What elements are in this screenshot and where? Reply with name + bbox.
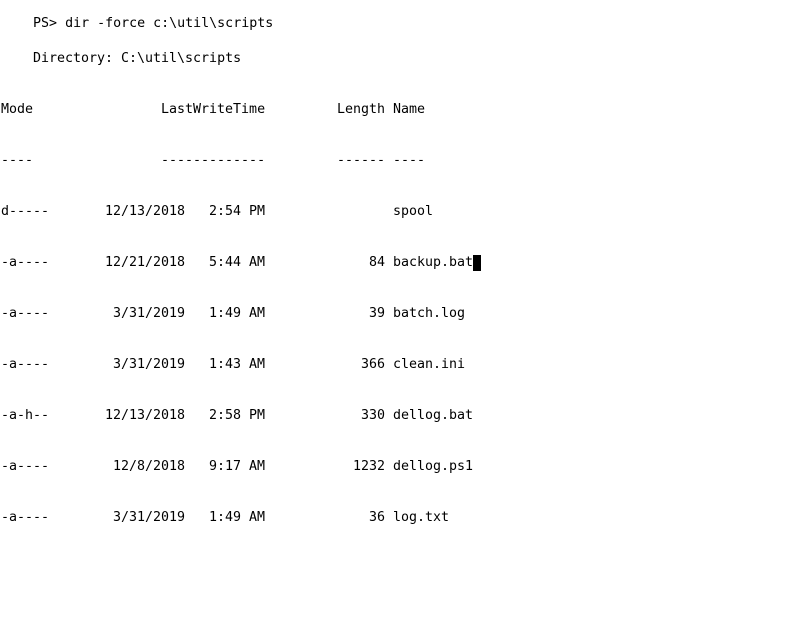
- column-headers: Mode LastWriteTime Length Name: [1, 102, 425, 118]
- table-row: -a-h-- 12/13/2018 2:58 PM 330 dellog.bat: [1, 408, 473, 424]
- row-time: 1:49 AM: [208, 306, 265, 321]
- row-date: 12/13/2018: [105, 204, 186, 219]
- row-name: log.txt: [393, 510, 450, 525]
- row-mode: -a----: [1, 306, 50, 321]
- row-mode: -a----: [1, 255, 50, 270]
- row-mode: d-----: [1, 204, 50, 219]
- directory-label: Directory:: [33, 51, 114, 66]
- table-row: -a---- 12/8/2018 9:17 AM 1232 dellog.ps1: [1, 459, 473, 475]
- row-date: 3/31/2019: [112, 510, 185, 525]
- powershell-terminal[interactable]: PS> dir -force c:\util\scripts Directory…: [0, 0, 793, 538]
- row-length: 84: [368, 255, 385, 270]
- row-time: 2:58 PM: [208, 408, 265, 423]
- row-length: 366: [360, 357, 385, 372]
- header-name: Name: [393, 102, 426, 117]
- table-row: -a---- 3/31/2019 1:43 AM 366 clean.ini: [1, 357, 465, 373]
- row-name: dellog.ps1: [393, 459, 474, 474]
- row-date: 12/8/2018: [112, 459, 185, 474]
- command-line: PS> dir -force c:\util\scripts: [1, 0, 273, 31]
- row-length: 36: [368, 510, 385, 525]
- separator-name: ----: [393, 153, 426, 168]
- directory-path: C:\util\scripts: [121, 51, 242, 66]
- row-length: 1232: [352, 459, 385, 474]
- row-name: spool: [393, 204, 434, 219]
- row-time: 2:54 PM: [208, 204, 265, 219]
- row-name: clean.ini: [393, 357, 466, 372]
- table-row: d----- 12/13/2018 2:54 PM spool: [1, 204, 433, 220]
- header-separators: ---- ------------- ------ ----: [1, 153, 425, 169]
- row-mode: -a-h--: [1, 408, 50, 423]
- directory-line: Directory: C:\util\scripts: [1, 51, 241, 67]
- table-row: -a---- 3/31/2019 1:49 AM 36 log.txt: [1, 510, 449, 526]
- header-mode: Mode: [1, 102, 34, 117]
- command-text: dir -force c:\util\scripts: [65, 16, 274, 31]
- row-mode: -a----: [1, 459, 50, 474]
- header-length: Length: [337, 102, 386, 117]
- row-length: 39: [368, 306, 385, 321]
- table-row: -a---- 3/31/2019 1:49 AM 39 batch.log: [1, 306, 465, 322]
- row-mode: -a----: [1, 357, 50, 372]
- row-date: 12/13/2018: [105, 408, 186, 423]
- row-name-with-cursor: backup.bat: [393, 255, 482, 271]
- row-time: 1:49 AM: [208, 510, 265, 525]
- text-cursor: [473, 255, 482, 271]
- row-name: batch.log: [393, 306, 466, 321]
- separator-length: ------: [337, 153, 386, 168]
- header-lastwritetime: LastWriteTime: [161, 102, 266, 117]
- row-date: 3/31/2019: [112, 357, 185, 372]
- row-length: 330: [360, 408, 385, 423]
- prompt: PS>: [33, 16, 58, 31]
- row-mode: -a----: [1, 510, 50, 525]
- row-time: 9:17 AM: [208, 459, 265, 474]
- row-time: 1:43 AM: [208, 357, 265, 372]
- separator-mode: ----: [1, 153, 34, 168]
- row-name: dellog.bat: [393, 408, 474, 423]
- table-row: -a---- 12/21/2018 5:44 AM 84 backup.bat: [1, 255, 482, 271]
- row-date: 12/21/2018: [105, 255, 186, 270]
- row-date: 3/31/2019: [112, 306, 185, 321]
- row-time: 5:44 AM: [208, 255, 265, 270]
- separator-lastwritetime: -------------: [161, 153, 266, 168]
- row-name: backup.bat: [393, 255, 474, 270]
